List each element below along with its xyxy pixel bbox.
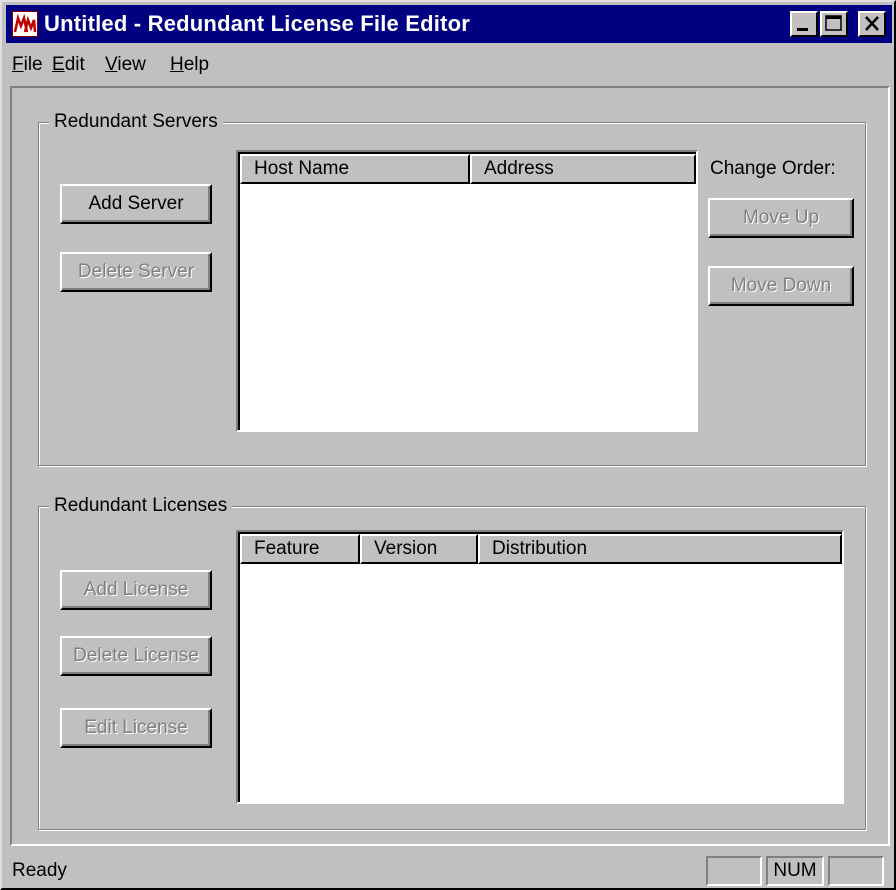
status-pane-scroll: [828, 856, 884, 886]
delete-license-button[interactable]: Delete License: [60, 636, 212, 676]
licenses-list-header: Feature Version Distribution: [240, 534, 842, 564]
client-area: Redundant Servers Add Server Delete Serv…: [10, 86, 890, 846]
servers-list-header: Host Name Address: [240, 154, 696, 184]
column-header-feature[interactable]: Feature: [240, 534, 360, 564]
column-header-distribution[interactable]: Distribution: [478, 534, 842, 564]
add-license-button[interactable]: Add License: [60, 570, 212, 610]
servers-list[interactable]: Host Name Address: [236, 150, 698, 432]
menu-help[interactable]: Help: [170, 52, 209, 78]
menu-file[interactable]: File: [12, 52, 43, 78]
delete-server-button[interactable]: Delete Server: [60, 252, 212, 292]
column-header-host-name[interactable]: Host Name: [240, 154, 470, 184]
status-pane-caps: [706, 856, 762, 886]
maximize-button[interactable]: [820, 11, 848, 37]
lm-app-icon[interactable]: [12, 11, 38, 37]
status-pane-num: NUM: [766, 856, 824, 886]
change-order-label: Change Order:: [710, 158, 836, 179]
close-icon: [865, 16, 879, 31]
column-header-address[interactable]: Address: [470, 154, 696, 184]
status-bar: Ready NUM: [6, 852, 892, 888]
move-down-button[interactable]: Move Down: [708, 266, 854, 306]
edit-license-button[interactable]: Edit License: [60, 708, 212, 748]
menu-edit[interactable]: Edit: [52, 52, 85, 78]
minimize-icon: [797, 28, 808, 31]
window-title: Untitled - Redundant License File Editor: [44, 11, 471, 36]
maximize-icon: [825, 15, 842, 31]
menu-view[interactable]: View: [105, 52, 146, 78]
close-button[interactable]: [858, 11, 886, 37]
main-window: Untitled - Redundant License File Editor…: [0, 0, 896, 890]
column-header-version[interactable]: Version: [360, 534, 478, 564]
add-server-button[interactable]: Add Server: [60, 184, 212, 224]
servers-group-label: Redundant Servers: [49, 109, 223, 135]
licenses-list[interactable]: Feature Version Distribution: [236, 530, 844, 804]
minimize-button[interactable]: [790, 11, 818, 37]
menu-bar: File Edit View Help: [6, 48, 892, 82]
title-bar[interactable]: Untitled - Redundant License File Editor: [6, 5, 892, 43]
status-text: Ready: [12, 860, 67, 881]
licenses-group-label: Redundant Licenses: [49, 493, 233, 519]
move-up-button[interactable]: Move Up: [708, 198, 854, 238]
